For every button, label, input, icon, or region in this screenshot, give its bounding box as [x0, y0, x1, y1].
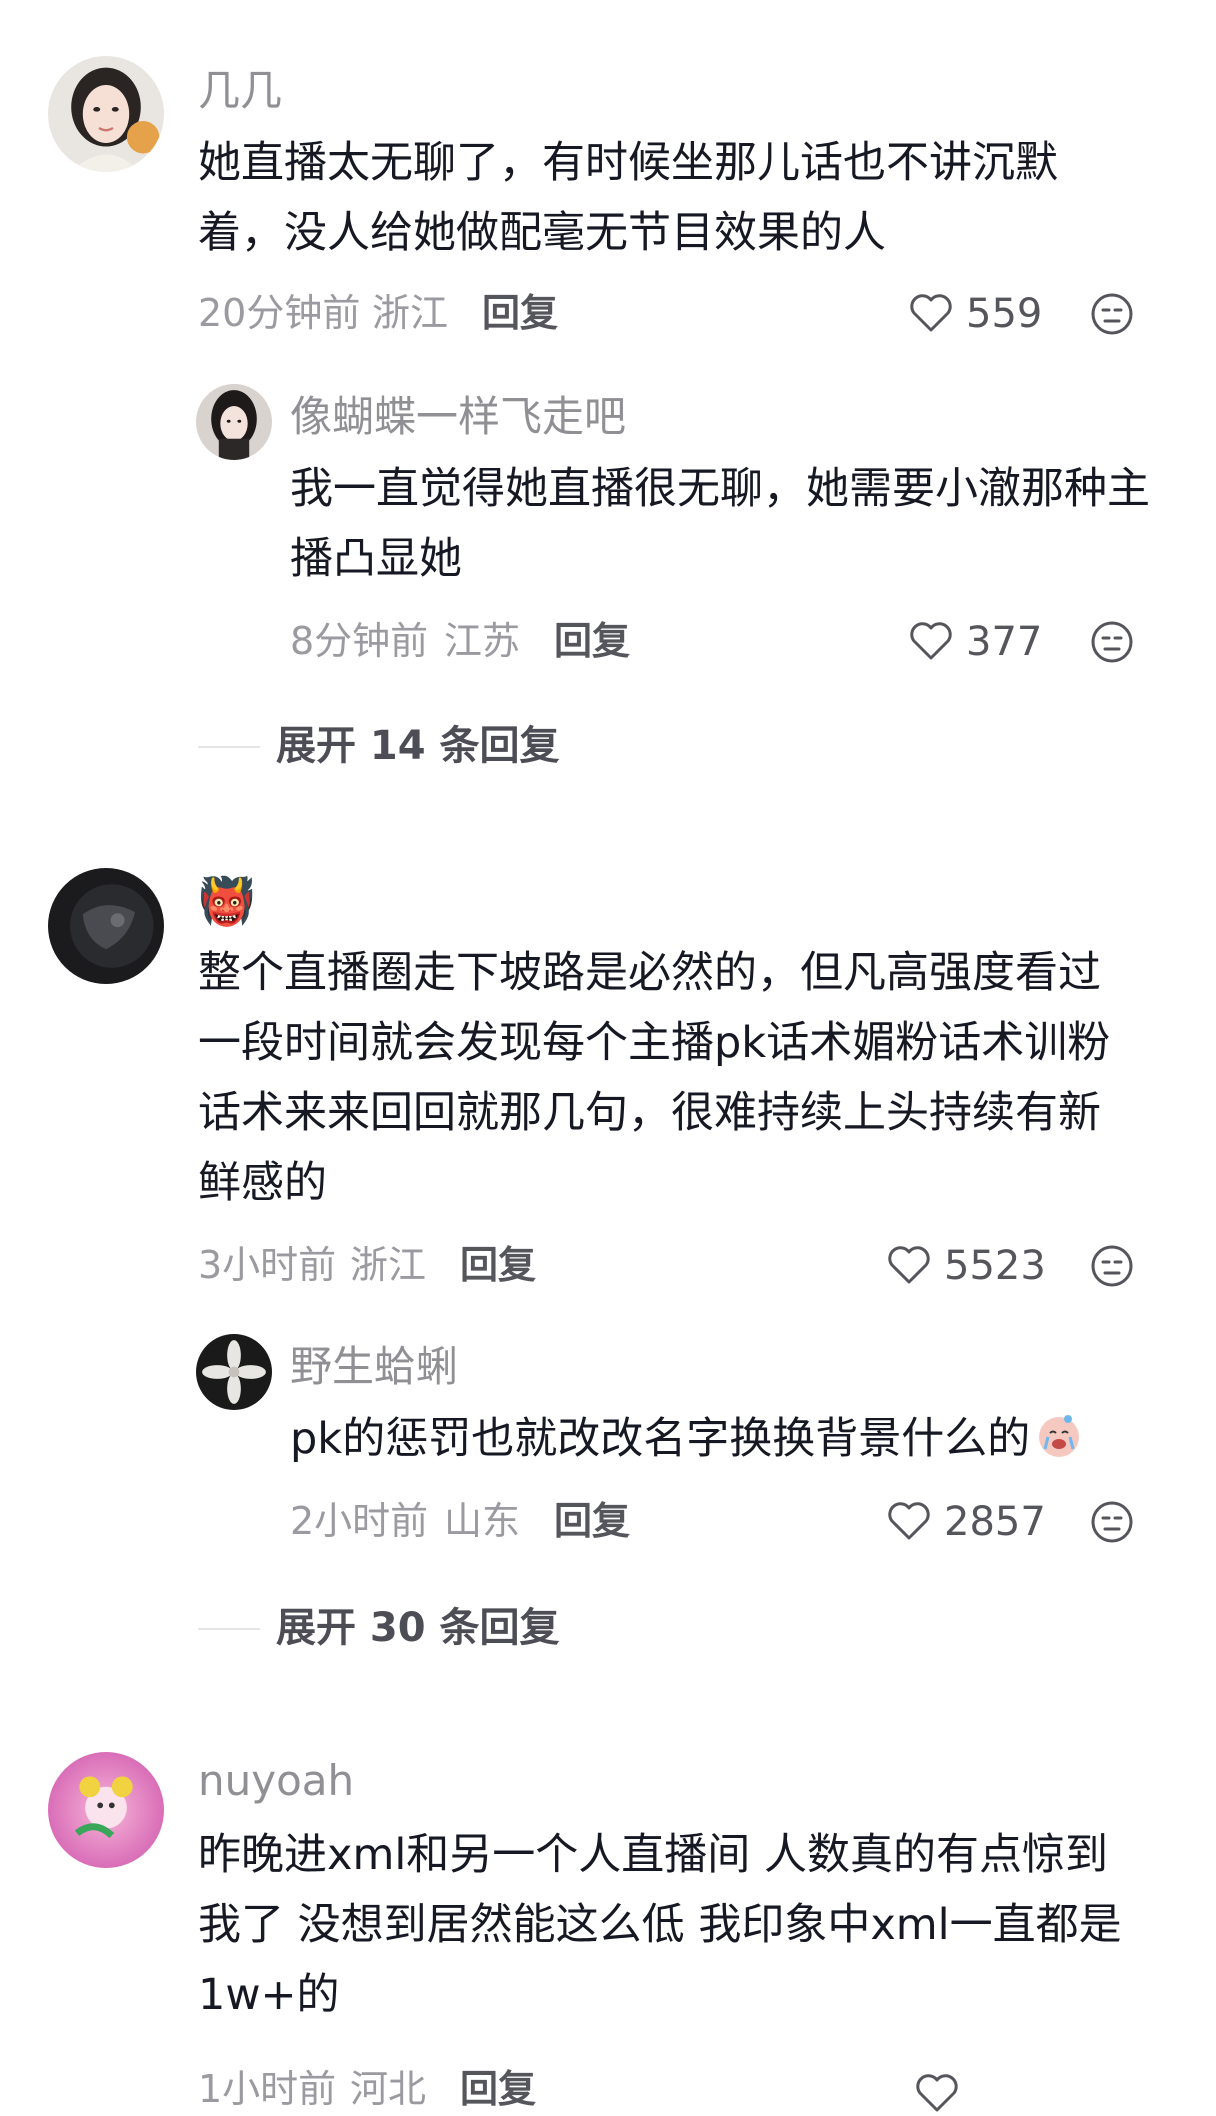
heart-icon[interactable]: [914, 2072, 960, 2114]
dislike-face-icon[interactable]: [1090, 292, 1134, 336]
crying-face-emoji-icon: [1039, 1415, 1080, 1457]
dislike-face-icon[interactable]: [1090, 620, 1134, 664]
heart-icon[interactable]: [886, 1500, 932, 1542]
avatar[interactable]: [48, 868, 164, 984]
reply-time: 8分钟前: [290, 619, 429, 663]
comment-location: 浙江: [372, 291, 449, 335]
expand-replies-button[interactable]: 展开 14 条回复: [276, 726, 560, 766]
avatar[interactable]: [48, 1752, 164, 1868]
comment-location: 浙江: [350, 1243, 427, 1287]
reply-location: 江苏: [444, 619, 521, 663]
avatar[interactable]: [48, 56, 164, 172]
dislike-face-icon[interactable]: [1090, 1244, 1134, 1288]
avatar[interactable]: [196, 1334, 272, 1410]
like-count: 559: [966, 291, 1043, 337]
reply-button[interactable]: 回复: [460, 1246, 536, 1284]
reply-text-content: pk的惩罚也就改改名字换换背景什么的: [290, 1414, 1031, 1464]
like-count: 2857: [944, 1499, 1046, 1545]
avatar[interactable]: [196, 384, 272, 460]
reply-text: pk的惩罚也就改改名字换换背景什么的: [290, 1404, 1170, 1474]
comment-username[interactable]: 👹: [198, 878, 255, 924]
reply-location: 山东: [444, 1499, 521, 1543]
like-count: 5523: [944, 1243, 1046, 1289]
heart-icon[interactable]: [886, 1244, 932, 1286]
like-count: 377: [966, 619, 1043, 665]
divider: [198, 1628, 260, 1630]
comment-text: 昨晚进xml和另一个人直播间 人数真的有点惊到我了 没想到居然能这么低 我印象中…: [198, 1830, 1122, 2020]
comment-username[interactable]: nuyoah: [198, 1760, 354, 1802]
comment-username[interactable]: 几几: [198, 70, 282, 112]
comment-time: 1小时前: [198, 2067, 337, 2111]
heart-icon[interactable]: [908, 620, 954, 662]
comment-time: 20分钟前: [198, 291, 361, 335]
divider: [198, 746, 260, 748]
reply-button[interactable]: 回复: [554, 622, 630, 660]
reply-time: 2小时前: [290, 1499, 429, 1543]
reply-button[interactable]: 回复: [460, 2070, 536, 2108]
comment-text: 整个直播圈走下坡路是必然的，但凡高强度看过一段时间就会发现每个主播pk话术媚粉话…: [198, 948, 1111, 1208]
expand-replies-button[interactable]: 展开 30 条回复: [276, 1608, 560, 1648]
reply-text: 我一直觉得她直播很无聊，她需要小澈那种主播凸显她: [290, 464, 1150, 584]
comment-text: 她直播太无聊了，有时候坐那儿话也不讲沉默着，没人给她做配毫无节目效果的人: [198, 138, 1058, 258]
reply-button[interactable]: 回复: [554, 1502, 630, 1540]
heart-icon[interactable]: [908, 292, 954, 334]
dislike-face-icon[interactable]: [1090, 1500, 1134, 1544]
comment-time: 3小时前: [198, 1243, 337, 1287]
comment-location: 河北: [350, 2067, 427, 2111]
reply-username[interactable]: 像蝴蝶一样飞走吧: [290, 396, 626, 438]
reply-button[interactable]: 回复: [482, 294, 558, 332]
reply-username[interactable]: 野生蛤蜊: [290, 1346, 458, 1388]
